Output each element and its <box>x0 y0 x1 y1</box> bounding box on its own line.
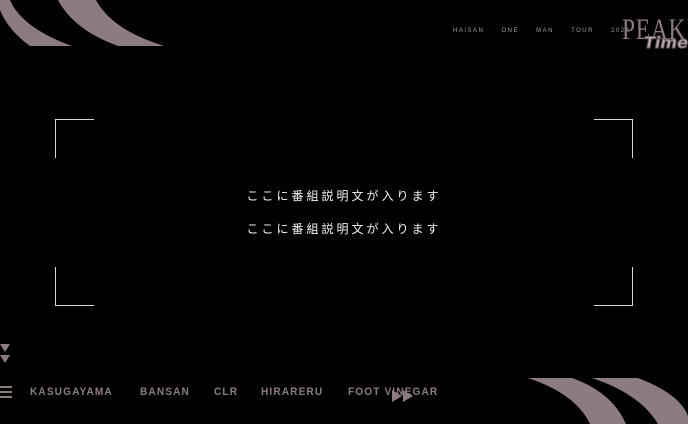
quote-mark-bottom-right <box>520 376 688 424</box>
quote-mark-top-left <box>0 0 170 48</box>
program-description-line-1: ここに番組説明文が入ります <box>246 189 442 203</box>
hamburger-menu-icon[interactable] <box>0 386 12 399</box>
double-chevron-down-icon[interactable] <box>0 343 11 365</box>
frame-corner-top-left <box>55 119 94 158</box>
frame-corner-bottom-right <box>594 267 633 306</box>
nav-item-kasugayama[interactable]: KASUGAYAMA <box>30 386 113 398</box>
program-description-line-2: ここに番組説明文が入ります <box>246 222 442 236</box>
nav-item-hirareru[interactable]: HIRARERU <box>261 386 323 398</box>
peak-time-logo[interactable]: PEAK Time <box>620 14 688 56</box>
frame-corner-bottom-left <box>55 267 94 306</box>
logo-time-text: Time <box>644 33 688 52</box>
nav-item-clr[interactable]: CLR <box>214 386 238 398</box>
program-nav: KASUGAYAMA BANSAN CLR HIRARERU FOOT VINE… <box>30 386 446 398</box>
nav-item-bansan[interactable]: BANSAN <box>140 386 190 398</box>
fast-forward-icon[interactable] <box>392 387 414 402</box>
frame-corner-top-right <box>594 119 633 158</box>
tour-title: HAISAN ONE MAN TOUR 2024 <box>453 28 631 34</box>
